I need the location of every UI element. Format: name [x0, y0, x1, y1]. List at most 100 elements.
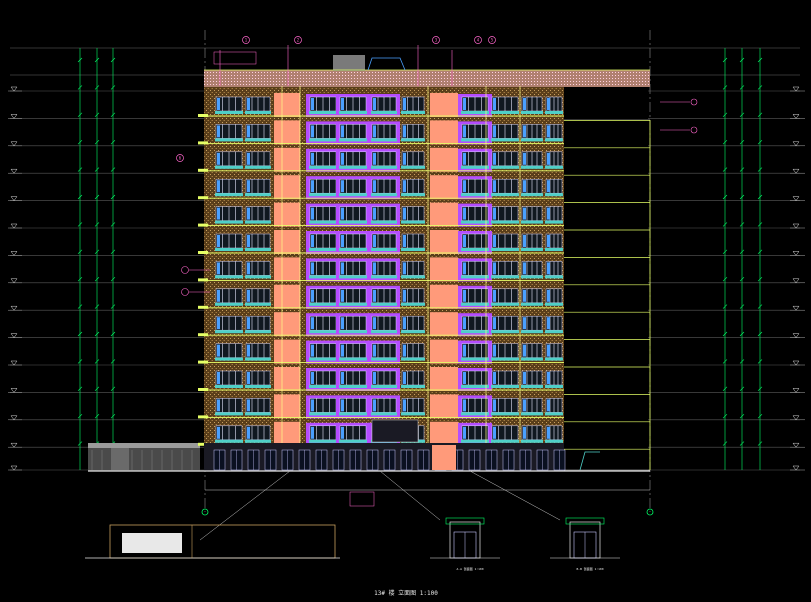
- balcony-rail: [545, 412, 563, 416]
- window-glazing: [493, 207, 496, 220]
- window-glazing: [247, 152, 250, 165]
- window-glazing: [311, 289, 314, 302]
- window-glazing: [373, 289, 376, 302]
- balcony-rail: [245, 138, 271, 142]
- window-glazing: [493, 317, 496, 330]
- orange-panel: [430, 284, 458, 309]
- orange-panel: [430, 120, 458, 145]
- window-glazing: [341, 289, 344, 302]
- window-glazing: [311, 317, 314, 330]
- window-glazing: [463, 180, 466, 193]
- podium-cornice: [88, 443, 200, 448]
- balcony-rail: [371, 330, 397, 334]
- balcony-rail: [215, 193, 243, 197]
- window-glazing: [217, 207, 220, 220]
- balcony-rail: [371, 385, 397, 388]
- orange-panel: [274, 93, 300, 117]
- balcony-rail: [339, 165, 367, 169]
- window-glazing: [547, 125, 550, 138]
- balcony-rail: [371, 111, 397, 114]
- window-glazing: [403, 98, 406, 110]
- window-glazing: [403, 180, 406, 193]
- window-glazing: [247, 344, 250, 357]
- window-glazing: [217, 426, 220, 439]
- orange-panel: [274, 367, 300, 391]
- balcony-rail: [215, 412, 243, 416]
- balcony-rail: [371, 165, 397, 169]
- window-glazing: [547, 344, 550, 357]
- balcony-rail: [245, 193, 271, 197]
- window-glazing: [463, 98, 466, 110]
- window-glazing: [463, 344, 466, 357]
- window-glazing: [217, 317, 220, 330]
- window-glazing: [311, 207, 314, 220]
- balcony-rail: [401, 193, 425, 197]
- balcony-rail: [339, 220, 367, 224]
- roof-parapet: [204, 70, 650, 87]
- detail-right-label: B-B 剖面图 1:100: [576, 566, 603, 571]
- balcony-rail: [371, 193, 397, 197]
- window-glazing: [217, 262, 220, 275]
- balcony-rail: [521, 385, 543, 388]
- balcony-rail: [401, 330, 425, 334]
- balcony-rail: [309, 165, 337, 169]
- window-glazing: [311, 262, 314, 275]
- window-glazing: [523, 152, 526, 165]
- window-glazing: [463, 152, 466, 165]
- balcony-rail: [461, 439, 489, 443]
- window-glazing: [493, 289, 496, 302]
- balcony-rail: [245, 248, 271, 251]
- balcony-rail: [461, 193, 489, 197]
- balcony-rail: [309, 302, 337, 306]
- balcony-rail: [339, 330, 367, 334]
- window-glazing: [403, 344, 406, 357]
- balcony-rail: [491, 412, 519, 416]
- balcony-rail: [545, 439, 563, 443]
- orange-panel: [274, 257, 300, 282]
- window-glazing: [217, 152, 220, 165]
- balcony-rail: [401, 385, 425, 388]
- balcony-rail: [215, 439, 243, 443]
- window-glazing: [247, 180, 250, 193]
- orange-panel: [430, 421, 458, 446]
- balcony-rail: [491, 220, 519, 224]
- balcony-rail: [521, 248, 543, 251]
- balcony-rail: [215, 111, 243, 114]
- balcony-rail: [491, 357, 519, 361]
- balcony-rail: [371, 248, 397, 251]
- window-glazing: [341, 98, 344, 110]
- window-glazing: [247, 399, 250, 412]
- window-glazing: [247, 98, 250, 110]
- balcony-rail: [215, 330, 243, 334]
- balcony-rail: [371, 275, 397, 279]
- window-glazing: [311, 372, 314, 384]
- window-glazing: [493, 399, 496, 412]
- orange-panel: [274, 120, 300, 145]
- window-glazing: [493, 152, 496, 165]
- window-glazing: [463, 125, 466, 138]
- balcony-rail: [245, 111, 271, 114]
- slab-end-left: [198, 168, 208, 172]
- window-glazing: [523, 235, 526, 247]
- balcony-rail: [401, 412, 425, 416]
- orange-panel: [430, 394, 458, 419]
- balcony-rail: [545, 111, 563, 114]
- balcony-rail: [309, 412, 337, 416]
- window-glazing: [523, 289, 526, 302]
- balcony-rail: [461, 165, 489, 169]
- window-glazing: [403, 262, 406, 275]
- balcony-rail: [545, 248, 563, 251]
- window-glazing: [547, 399, 550, 412]
- window-glazing: [547, 372, 550, 384]
- window-glazing: [463, 372, 466, 384]
- window-glazing: [463, 399, 466, 412]
- balcony-rail: [215, 302, 243, 306]
- window-glazing: [341, 180, 344, 193]
- window-glazing: [523, 180, 526, 193]
- balcony-rail: [215, 138, 243, 142]
- balcony-rail: [339, 111, 367, 114]
- balcony-rail: [461, 412, 489, 416]
- window-glazing: [217, 98, 220, 110]
- window-glazing: [311, 152, 314, 165]
- balcony-rail: [339, 357, 367, 361]
